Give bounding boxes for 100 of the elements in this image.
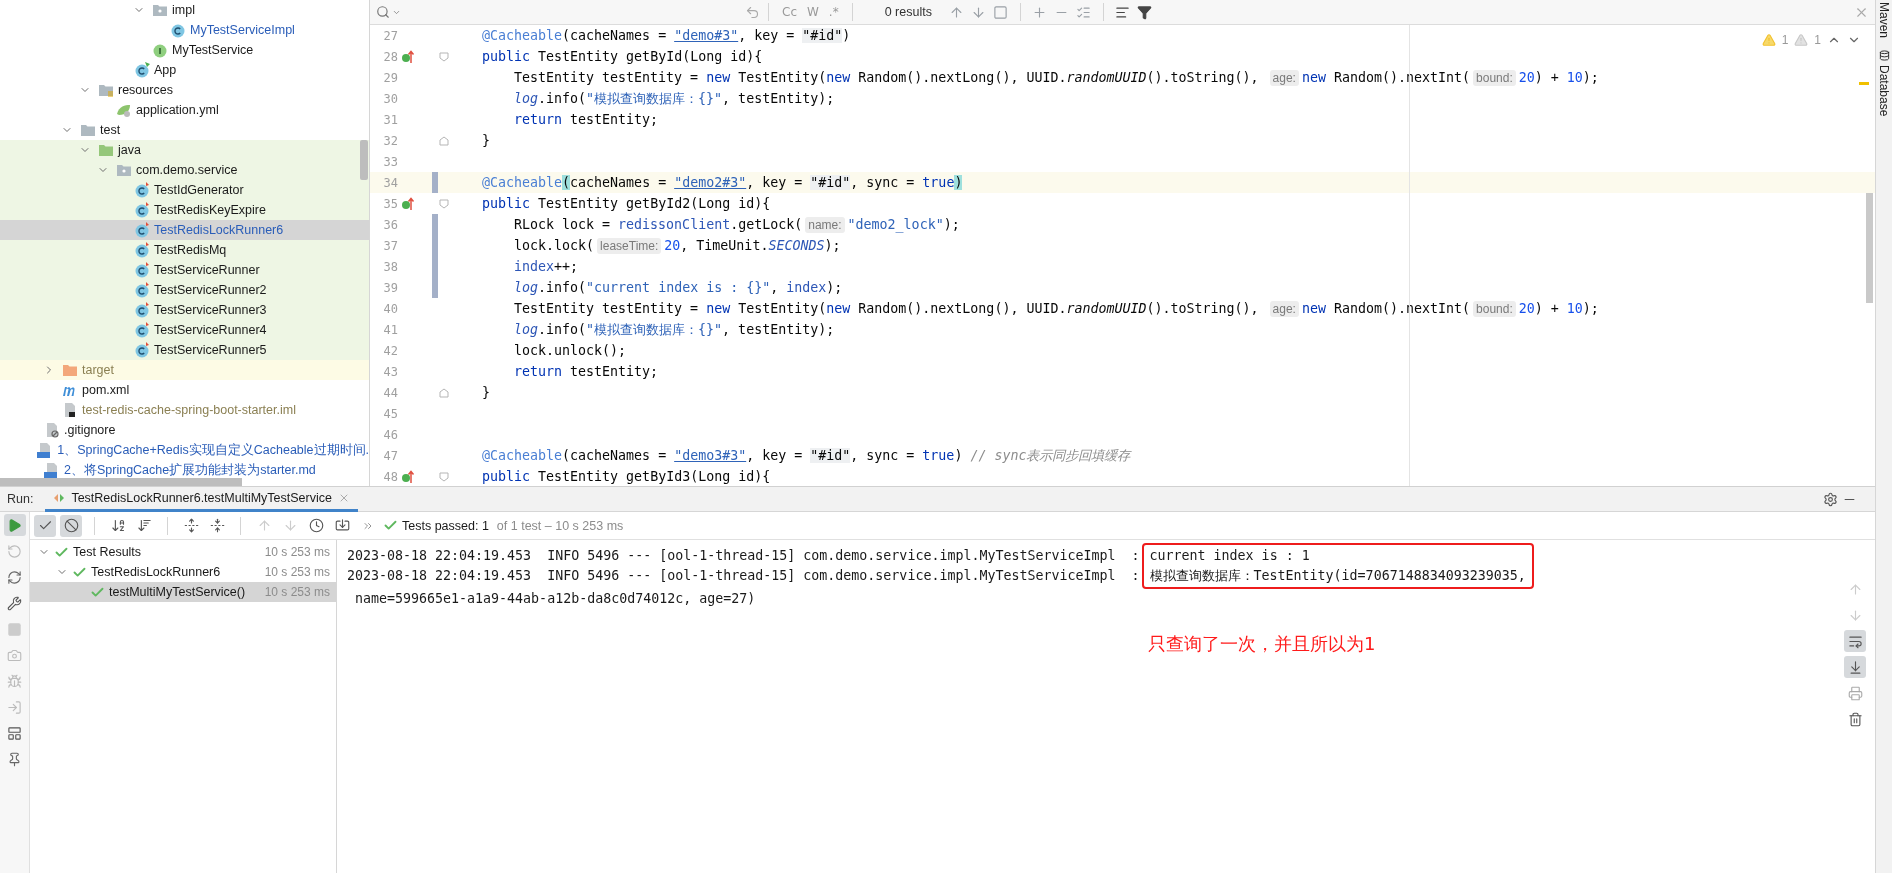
code-line: log.info("模拟查询数据库：{}", testEntity); xyxy=(514,320,835,339)
code-line: public TestEntity getById(Long id){ xyxy=(482,49,763,64)
tree-item[interactable]: 2、将SpringCache扩展功能封装为starter.md xyxy=(0,460,369,480)
import-icon[interactable] xyxy=(334,518,350,533)
line-number: 30 xyxy=(382,91,398,106)
fold-marker-icon[interactable] xyxy=(439,51,449,62)
square-icon[interactable] xyxy=(993,4,1009,20)
implementation-marker-icon[interactable] xyxy=(401,469,415,484)
stop-icon[interactable] xyxy=(7,621,22,637)
line-number: 36 xyxy=(382,217,398,232)
code-line: log.info("current index is : {}", index); xyxy=(514,280,843,295)
fold-marker-icon[interactable] xyxy=(439,198,449,209)
run-tab[interactable]: TestRedisLockRunner6.testMultiMyTestService xyxy=(45,486,358,512)
test-tree-item[interactable]: testMultiMyTestService() 10 s 253 ms xyxy=(30,582,336,602)
tree-item[interactable]: test xyxy=(0,120,369,140)
filter-icon[interactable] xyxy=(1137,4,1153,20)
tree-item[interactable]: TestRedisKeyExpire xyxy=(0,200,369,220)
tree-item[interactable]: TestServiceRunner4 xyxy=(0,320,369,340)
log-text: 2023-08-18 22:04:19.453 INFO 5496 --- [ool-1-thread-15] com.demo.service.impl.MyTestServiceImpl : xyxy=(347,567,1140,585)
tool-window-tab[interactable]: Database xyxy=(1877,48,1891,117)
ignored-filter-icon[interactable] xyxy=(63,518,79,533)
settings-icon[interactable] xyxy=(1823,491,1838,507)
package-icon xyxy=(116,163,132,177)
implementation-marker-icon[interactable] xyxy=(401,49,415,64)
sort-alphabetical-icon[interactable] xyxy=(110,518,126,533)
bug-icon[interactable] xyxy=(7,673,22,689)
tree-item[interactable]: .gitignore xyxy=(0,420,369,440)
scrollbar-thumb[interactable] xyxy=(360,140,368,180)
align-left-icon[interactable] xyxy=(1115,4,1131,20)
test-duration: 10 s 253 ms xyxy=(264,565,330,579)
tree-item[interactable]: java xyxy=(0,140,369,160)
tree-item[interactable]: pom.xml xyxy=(0,380,369,400)
test-tree-item[interactable]: Test Results 10 s 253 ms xyxy=(30,542,336,562)
wrap-text-icon[interactable] xyxy=(1847,633,1863,649)
tree-item[interactable]: TestIdGenerator xyxy=(0,180,369,200)
undo-icon[interactable] xyxy=(745,4,760,20)
tree-item[interactable]: TestRedisMq xyxy=(0,240,369,260)
collapse-all-icon[interactable] xyxy=(209,518,225,533)
code-line: index++; xyxy=(514,259,579,274)
layout-icon[interactable] xyxy=(7,725,22,741)
history-icon[interactable] xyxy=(308,518,324,533)
tree-item[interactable]: 1、SpringCache+Redis实现自定义Cacheable过期时间. xyxy=(0,440,369,460)
warning-icon[interactable] xyxy=(1794,33,1809,47)
test-class-icon xyxy=(134,342,150,358)
tree-item[interactable]: TestServiceRunner2 xyxy=(0,280,369,300)
change-marker[interactable] xyxy=(432,172,438,193)
wrench-icon[interactable] xyxy=(7,595,22,611)
exit-icon[interactable] xyxy=(7,699,22,715)
tree-item[interactable]: impl xyxy=(0,0,369,20)
tree-item[interactable]: target xyxy=(0,360,369,380)
test-duration: 10 s 253 ms xyxy=(264,585,330,599)
tree-item[interactable]: App xyxy=(0,60,369,80)
tree-item[interactable]: com.demo.service xyxy=(0,160,369,180)
scrollbar-thumb[interactable] xyxy=(0,478,242,486)
line-number: 45 xyxy=(382,406,398,421)
expand-all-icon[interactable] xyxy=(183,518,199,533)
arrow-down-icon[interactable] xyxy=(971,4,987,20)
tree-item[interactable]: TestServiceRunner xyxy=(0,260,369,280)
change-marker[interactable] xyxy=(432,277,438,298)
folder-icon xyxy=(80,123,96,137)
tree-item[interactable]: resources xyxy=(0,80,369,100)
tree-item[interactable]: MyTestService xyxy=(0,40,369,60)
warning-icon[interactable] xyxy=(1761,33,1776,47)
sort-duration-icon[interactable] xyxy=(136,518,152,533)
arrow-down-icon[interactable] xyxy=(282,518,298,533)
tool-window-tab[interactable]: Maven xyxy=(1877,0,1891,39)
fold-marker-icon[interactable] xyxy=(439,387,449,398)
line-number: 34 xyxy=(382,175,398,190)
class-icon xyxy=(170,22,186,38)
fold-marker-icon[interactable] xyxy=(439,135,449,146)
arrow-down-icon[interactable] xyxy=(1847,607,1863,623)
scrollbar-thumb[interactable] xyxy=(1866,193,1873,303)
tree-item[interactable]: TestServiceRunner5 xyxy=(0,340,369,360)
camera-icon[interactable] xyxy=(7,647,22,663)
annotation-note: 只查询了一次，并且所以为1 xyxy=(1148,632,1376,656)
test-tree-item[interactable]: TestRedisLockRunner6 10 s 253 ms xyxy=(30,562,336,582)
list-check-icon[interactable] xyxy=(1076,4,1092,20)
run-icon[interactable] xyxy=(7,517,22,533)
tree-item[interactable]: test-redis-cache-spring-boot-starter.iml xyxy=(0,400,369,420)
rerun-failed-icon[interactable] xyxy=(7,543,22,559)
log-message: current index is : 1 xyxy=(1149,547,1311,565)
ignored-file-icon xyxy=(44,422,60,438)
pin-icon[interactable] xyxy=(7,751,22,767)
tree-item[interactable]: application.yml xyxy=(0,100,369,120)
fold-marker-icon[interactable] xyxy=(439,471,449,482)
rerun-icon[interactable] xyxy=(7,569,22,585)
change-marker[interactable] xyxy=(432,214,438,235)
tree-item[interactable]: TestRedisLockRunner6 xyxy=(0,220,369,240)
tree-item[interactable]: MyTestServiceImpl xyxy=(0,20,369,40)
plus-icon[interactable] xyxy=(1032,4,1048,20)
search-icon[interactable] xyxy=(376,5,390,19)
print-icon[interactable] xyxy=(1847,685,1863,701)
trash-icon[interactable] xyxy=(1847,711,1863,727)
tree-item[interactable]: TestServiceRunner3 xyxy=(0,300,369,320)
log-text: name=599665e1-a1a9-44ab-a12b-da8c0d74012c, age=27) xyxy=(354,590,757,608)
implementation-marker-icon[interactable] xyxy=(401,196,415,211)
test-class-icon xyxy=(134,202,150,218)
code-line: TestEntity testEntity = new TestEntity(new Random().nextLong(), UUID.randomUUID().toString(), age: new Random().nextInt( bound: 20) + 10); xyxy=(514,300,1599,317)
interface-icon xyxy=(152,42,168,58)
line-number: 44 xyxy=(382,385,398,400)
